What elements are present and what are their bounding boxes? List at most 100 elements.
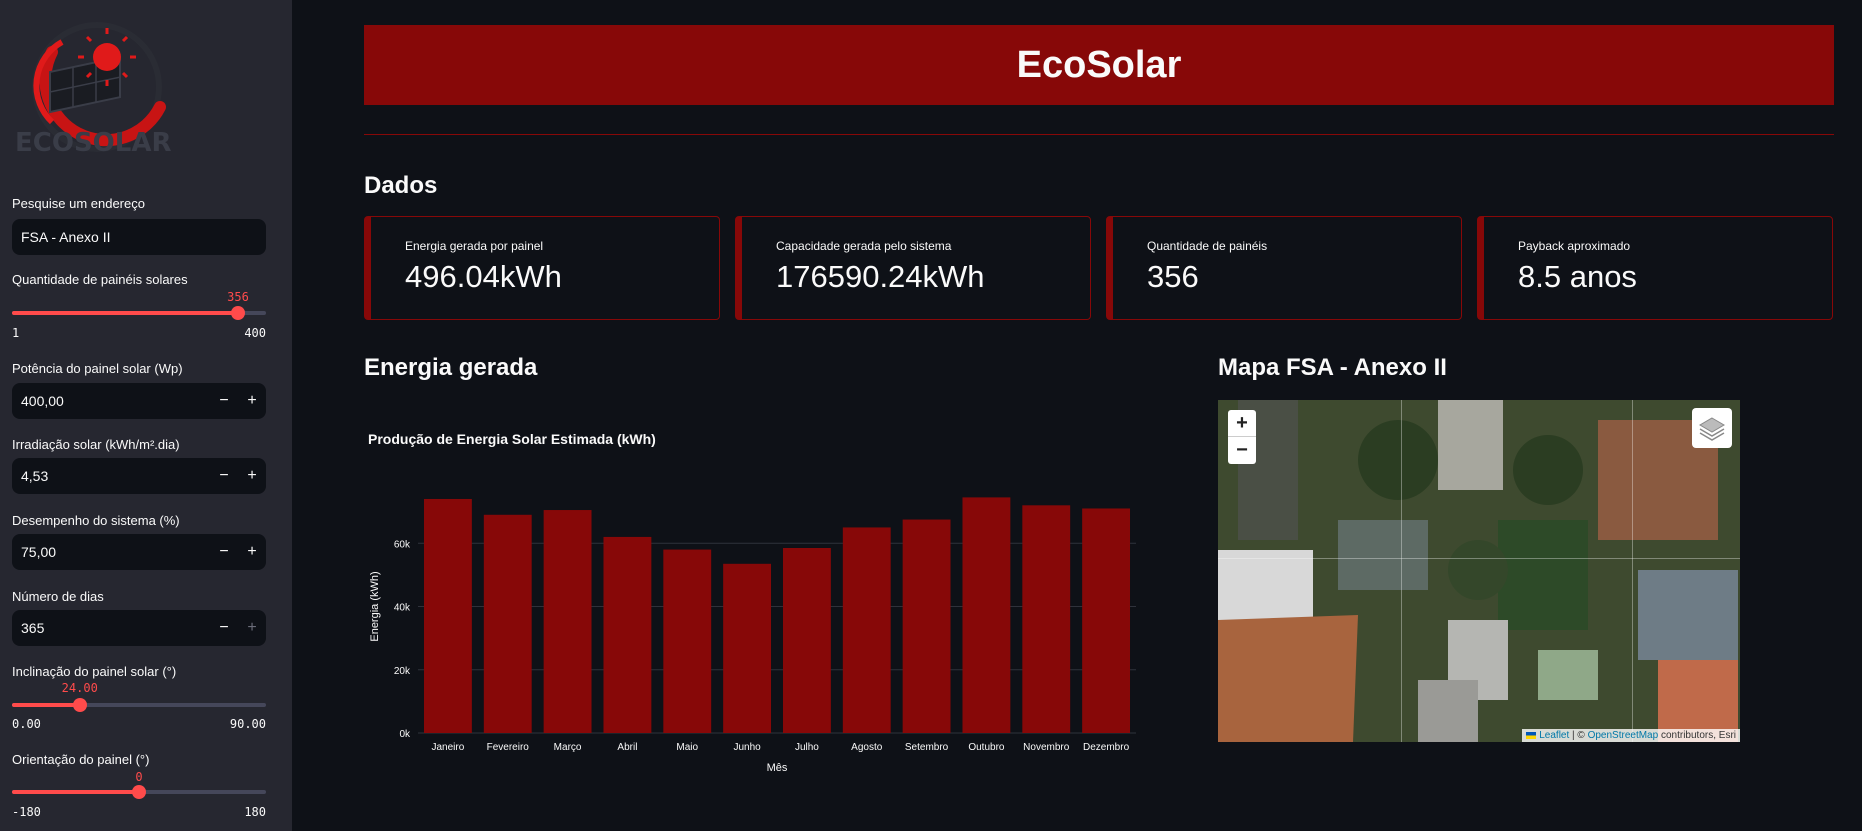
y-tick-label: 20k: [394, 666, 411, 677]
panels-slider[interactable]: [12, 306, 266, 320]
y-tick-label: 40k: [394, 603, 411, 614]
days-label: Número de dias: [12, 589, 104, 604]
map-grid-line: [1632, 400, 1633, 742]
x-tick-label: Novembro: [1023, 742, 1070, 753]
x-tick-label: Junho: [733, 742, 761, 753]
days-value[interactable]: 365: [21, 610, 44, 646]
metric-value: 8.5 anos: [1518, 259, 1637, 294]
power-increment-button[interactable]: +: [240, 389, 264, 413]
irradiation-decrement-button[interactable]: −: [212, 464, 236, 488]
performance-value[interactable]: 75,00: [21, 534, 56, 570]
chart-bar: [902, 519, 951, 733]
x-axis-label: Mês: [767, 762, 788, 774]
panels-slider-fill: [12, 311, 238, 315]
x-tick-label: Dezembro: [1083, 742, 1130, 753]
address-input[interactable]: FSA - Anexo II: [12, 219, 266, 255]
chart-bar: [842, 527, 891, 733]
map-grid-line: [1401, 400, 1402, 742]
performance-stepper[interactable]: 75,00 − +: [12, 534, 266, 570]
metric-energy-per-panel: Energia gerada por painel 496.04kWh: [364, 216, 720, 320]
map-section-title: Mapa FSA - Anexo II: [1218, 354, 1447, 381]
leaflet-link[interactable]: Leaflet: [1539, 730, 1569, 741]
tilt-slider-thumb[interactable]: [72, 698, 87, 712]
orientation-slider-fill: [12, 790, 139, 794]
metric-label: Quantidade de painéis: [1147, 239, 1268, 253]
tilt-slider-max: 90.00: [229, 717, 266, 731]
app-title: EcoSolar: [1016, 43, 1182, 86]
x-tick-label: Agosto: [851, 742, 883, 753]
x-tick-label: Março: [554, 742, 582, 753]
app-header: EcoSolar: [364, 25, 1834, 105]
sidebar: ECOSOLAR Pesquise um endereço FSA - Anex…: [0, 0, 292, 831]
orientation-label: Orientação do painel (°): [12, 752, 150, 767]
logo-solar-text: SOLAR: [73, 128, 172, 158]
chart-bar: [962, 497, 1011, 733]
metric-value: 356: [1147, 259, 1199, 294]
chart-bar: [543, 510, 592, 733]
ecosolar-logo: ECOSOLAR: [12, 12, 182, 162]
logo-wordmark: ECOSOLAR: [15, 128, 172, 158]
metric-value: 176590.24kWh: [776, 259, 985, 294]
x-tick-label: Abril: [617, 742, 637, 753]
metric-value: 496.04kWh: [405, 259, 562, 294]
x-tick-label: Maio: [676, 742, 698, 753]
orientation-slider-value: 0: [135, 770, 143, 784]
days-decrement-button[interactable]: −: [212, 616, 236, 640]
zoom-out-button[interactable]: −: [1228, 437, 1256, 464]
tilt-slider-min: 0.00: [12, 717, 41, 731]
attribution-separator: | ©: [1569, 730, 1588, 741]
satellite-map[interactable]: + − Leaflet | © OpenStreetMap contributo…: [1218, 400, 1740, 742]
energy-section-title: Energia gerada: [364, 354, 538, 381]
days-increment-button[interactable]: +: [240, 616, 264, 640]
chart-bar: [782, 547, 831, 733]
chart-title: Produção de Energia Solar Estimada (kWh): [368, 431, 656, 447]
map-imagery: [1218, 400, 1740, 742]
metric-label: Energia gerada por painel: [405, 239, 544, 253]
logo-eco-text: ECO: [15, 128, 74, 158]
chart-svg: Produção de Energia Solar Estimada (kWh)…: [368, 431, 1136, 774]
osm-link[interactable]: OpenStreetMap: [1588, 730, 1659, 741]
metric-label: Payback aproximado: [1518, 239, 1631, 253]
map-grid-line: [1218, 558, 1740, 559]
power-value[interactable]: 400,00: [21, 383, 64, 419]
chart-bar: [423, 498, 472, 733]
x-tick-label: Julho: [795, 742, 819, 753]
panels-slider-value: 356: [227, 290, 249, 304]
performance-label: Desempenho do sistema (%): [12, 513, 180, 528]
chart-bar: [663, 549, 712, 733]
metric-payback: Payback aproximado 8.5 anos: [1477, 216, 1833, 320]
panels-slider-min: 1: [12, 326, 20, 340]
power-stepper[interactable]: 400,00 − +: [12, 383, 266, 419]
x-tick-label: Outubro: [968, 742, 1005, 753]
panels-slider-max: 400: [244, 326, 266, 340]
tilt-slider[interactable]: [12, 698, 266, 712]
orientation-slider[interactable]: [12, 785, 266, 799]
layers-icon[interactable]: [1692, 408, 1732, 448]
y-axis-label: Energia (kWh): [369, 571, 381, 641]
tilt-slider-fill: [12, 703, 80, 707]
orientation-slider-thumb[interactable]: [132, 785, 146, 799]
irradiation-value[interactable]: 4,53: [21, 458, 48, 494]
metric-label: Capacidade gerada pelo sistema: [776, 239, 952, 253]
panels-slider-thumb[interactable]: [230, 306, 245, 320]
y-tick-label: 0k: [399, 729, 411, 740]
y-tick-label: 60k: [394, 539, 411, 550]
power-decrement-button[interactable]: −: [212, 389, 236, 413]
irradiation-stepper[interactable]: 4,53 − +: [12, 458, 266, 494]
data-section-title: Dados: [364, 172, 438, 199]
irradiation-increment-button[interactable]: +: [240, 464, 264, 488]
power-label: Potência do painel solar (Wp): [12, 361, 183, 376]
energy-bar-chart: Produção de Energia Solar Estimada (kWh)…: [364, 420, 1144, 780]
performance-decrement-button[interactable]: −: [212, 540, 236, 564]
map-zoom-control: + −: [1228, 410, 1256, 464]
orientation-slider-max: 180: [244, 805, 266, 819]
irradiation-label: Irradiação solar (kWh/m².dia): [12, 437, 180, 452]
x-tick-label: Setembro: [905, 742, 949, 753]
performance-increment-button[interactable]: +: [240, 540, 264, 564]
header-divider: [364, 134, 1834, 135]
x-tick-label: Janeiro: [432, 742, 465, 753]
metric-panel-count: Quantidade de painéis 356: [1106, 216, 1462, 320]
days-stepper[interactable]: 365 − +: [12, 610, 266, 646]
zoom-in-button[interactable]: +: [1228, 410, 1256, 437]
metric-system-capacity: Capacidade gerada pelo sistema 176590.24…: [735, 216, 1091, 320]
